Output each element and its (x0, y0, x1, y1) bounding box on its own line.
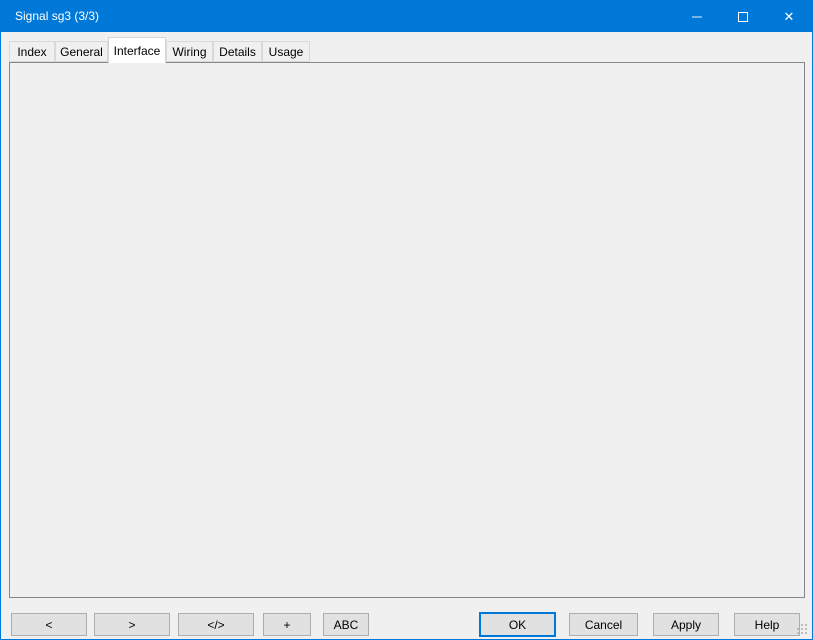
tab-wiring[interactable]: Wiring (166, 41, 213, 62)
maximize-icon (738, 12, 748, 22)
tab-interface[interactable]: Interface (108, 37, 166, 63)
help-button-label: Help (755, 618, 780, 632)
close-button[interactable]: ✕ (766, 1, 812, 32)
apply-button[interactable]: Apply (653, 613, 719, 636)
abc-button[interactable]: ABC (323, 613, 369, 636)
tab-general[interactable]: General (55, 41, 108, 62)
minimize-icon (692, 16, 702, 18)
add-button[interactable]: + (263, 613, 311, 636)
titlebar: Signal sg3 (3/3) ✕ (1, 1, 812, 32)
ok-button[interactable]: OK (479, 612, 556, 637)
xml-button-label: </> (207, 618, 224, 632)
minimize-button[interactable] (674, 1, 720, 32)
tab-usage[interactable]: Usage (262, 41, 310, 62)
tab-label: Usage (269, 45, 304, 59)
prev-button-label: < (45, 618, 52, 632)
tab-label: Details (219, 45, 256, 59)
next-button[interactable]: > (94, 613, 170, 636)
apply-button-label: Apply (671, 618, 701, 632)
close-icon: ✕ (784, 10, 795, 23)
tab-details[interactable]: Details (213, 41, 262, 62)
help-button[interactable]: Help (734, 613, 800, 636)
tab-label: Interface (114, 44, 161, 58)
tab-label: General (60, 45, 103, 59)
prev-button[interactable]: < (11, 613, 87, 636)
abc-button-label: ABC (334, 618, 359, 632)
tab-label: Wiring (172, 45, 206, 59)
maximize-button[interactable] (720, 1, 766, 32)
add-button-label: + (283, 618, 290, 632)
ok-button-label: OK (509, 618, 526, 632)
interface-tab-panel (9, 62, 805, 598)
tab-index[interactable]: Index (9, 41, 55, 62)
xml-button[interactable]: </> (178, 613, 254, 636)
next-button-label: > (128, 618, 135, 632)
cancel-button-label: Cancel (585, 618, 622, 632)
cancel-button[interactable]: Cancel (569, 613, 638, 636)
tab-label: Index (17, 45, 46, 59)
window-title: Signal sg3 (3/3) (15, 9, 99, 23)
resize-grip-icon[interactable] (799, 626, 809, 636)
dialog-window: Signal sg3 (3/3) ✕ Index General Interfa… (0, 0, 813, 640)
